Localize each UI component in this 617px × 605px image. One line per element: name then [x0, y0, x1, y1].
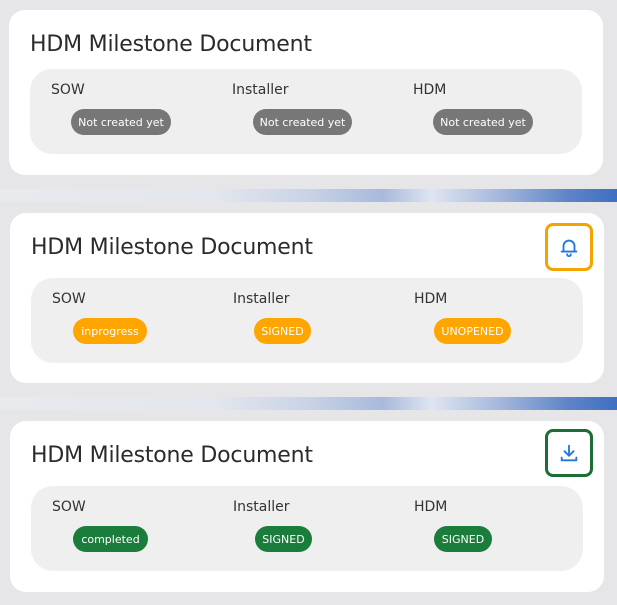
- milestone-card-2: HDM Milestone Document SOW inprogress In…: [10, 213, 604, 383]
- status-badge-hdm: Not created yet: [433, 109, 533, 135]
- status-panel: SOW inprogress Installer SIGNED HDM UNOP…: [31, 278, 583, 363]
- card-title: HDM Milestone Document: [30, 32, 312, 57]
- status-badge-sow: completed: [73, 526, 148, 552]
- download-icon: [560, 444, 578, 462]
- status-label-sow: SOW: [51, 82, 85, 98]
- status-label-hdm: HDM: [414, 499, 448, 515]
- status-label-hdm: HDM: [414, 291, 448, 307]
- status-badge-hdm: SIGNED: [434, 526, 492, 552]
- bell-icon: [560, 239, 578, 258]
- status-badge-installer: SIGNED: [255, 526, 312, 552]
- status-badge-installer: SIGNED: [254, 318, 311, 344]
- milestone-card-3: HDM Milestone Document SOW completed Ins…: [10, 421, 604, 592]
- notify-button[interactable]: [545, 223, 593, 271]
- separator-band: [0, 189, 617, 202]
- card-title: HDM Milestone Document: [31, 235, 313, 260]
- status-panel: SOW Not created yet Installer Not create…: [30, 69, 582, 154]
- card-title: HDM Milestone Document: [31, 443, 313, 468]
- status-label-hdm: HDM: [413, 82, 447, 98]
- status-label-sow: SOW: [52, 291, 86, 307]
- status-badge-sow: inprogress: [73, 318, 147, 344]
- status-badge-hdm: UNOPENED: [434, 318, 511, 344]
- milestone-card-1: HDM Milestone Document SOW Not created y…: [9, 10, 603, 175]
- status-label-installer: Installer: [233, 291, 290, 307]
- status-badge-installer: Not created yet: [253, 109, 352, 135]
- status-panel: SOW completed Installer SIGNED HDM SIGNE…: [31, 486, 583, 571]
- separator-band: [0, 397, 617, 410]
- status-label-installer: Installer: [233, 499, 290, 515]
- download-button[interactable]: [545, 429, 593, 477]
- status-badge-sow: Not created yet: [71, 109, 171, 135]
- status-label-installer: Installer: [232, 82, 289, 98]
- status-label-sow: SOW: [52, 499, 86, 515]
